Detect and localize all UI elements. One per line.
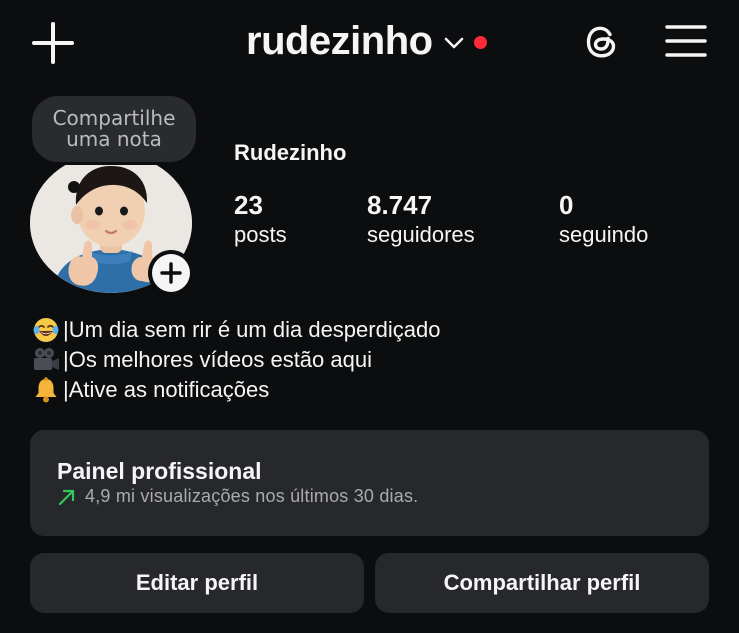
- note-bubble[interactable]: Compartilhe uma nota: [32, 96, 196, 162]
- notification-dot: [473, 35, 487, 49]
- bio-line: |Ative as notificações: [32, 375, 712, 405]
- laughing-tears-emoji-icon: [32, 316, 60, 344]
- trend-up-arrow-icon: [58, 489, 75, 505]
- edit-profile-button[interactable]: Editar perfil: [30, 553, 364, 613]
- stat-followers-value: 8.747: [367, 190, 433, 220]
- plus-icon: [160, 262, 182, 284]
- stat-following[interactable]: 0 seguindo: [559, 190, 648, 250]
- bio-text-2: |Os melhores vídeos estão aqui: [63, 347, 372, 372]
- stat-followers-label: seguidores: [367, 222, 475, 247]
- stat-posts-value: 23: [234, 190, 263, 220]
- stat-followers[interactable]: 8.747 seguidores: [367, 190, 475, 250]
- create-button[interactable]: [30, 20, 76, 66]
- menu-button[interactable]: [664, 22, 708, 62]
- professional-dashboard-title: Painel profissional: [57, 458, 262, 484]
- add-story-button[interactable]: [148, 250, 194, 296]
- username-title: rudezinho: [246, 18, 433, 63]
- account-switcher[interactable]: rudezinho: [246, 18, 487, 64]
- plus-icon: [32, 22, 74, 64]
- stat-posts[interactable]: 23 posts: [234, 190, 287, 250]
- threads-button[interactable]: [580, 20, 624, 64]
- threads-icon: [586, 26, 616, 58]
- bio: |Um dia sem rir é um dia desperdiçado |O…: [32, 315, 712, 405]
- bell-emoji-icon: [32, 376, 60, 404]
- bio-text-1: |Um dia sem rir é um dia desperdiçado: [63, 317, 441, 342]
- stat-posts-label: posts: [234, 222, 287, 247]
- views-summary: 4,9 mi visualizações nos últimos 30 dias…: [85, 486, 419, 506]
- share-profile-button[interactable]: Compartilhar perfil: [375, 553, 709, 613]
- video-camera-emoji-icon: [32, 346, 60, 374]
- hamburger-menu-icon: [665, 25, 707, 57]
- bio-line: |Um dia sem rir é um dia desperdiçado: [32, 315, 712, 345]
- note-prompt: Compartilhe uma nota: [52, 106, 176, 151]
- bio-line: |Os melhores vídeos estão aqui: [32, 345, 712, 375]
- add-story-badge: [152, 254, 190, 292]
- display-name: Rudezinho: [234, 140, 347, 165]
- professional-dashboard-subtitle: 4,9 mi visualizações nos últimos 30 dias…: [57, 486, 418, 507]
- chevron-down-icon: [444, 37, 463, 49]
- professional-dashboard[interactable]: Painel profissional 4,9 mi visualizações…: [30, 430, 709, 536]
- stat-following-value: 0: [559, 190, 574, 220]
- stat-following-label: seguindo: [559, 222, 649, 247]
- top-bar: rudezinho: [0, 0, 739, 86]
- bio-text-3: |Ative as notificações: [63, 377, 270, 402]
